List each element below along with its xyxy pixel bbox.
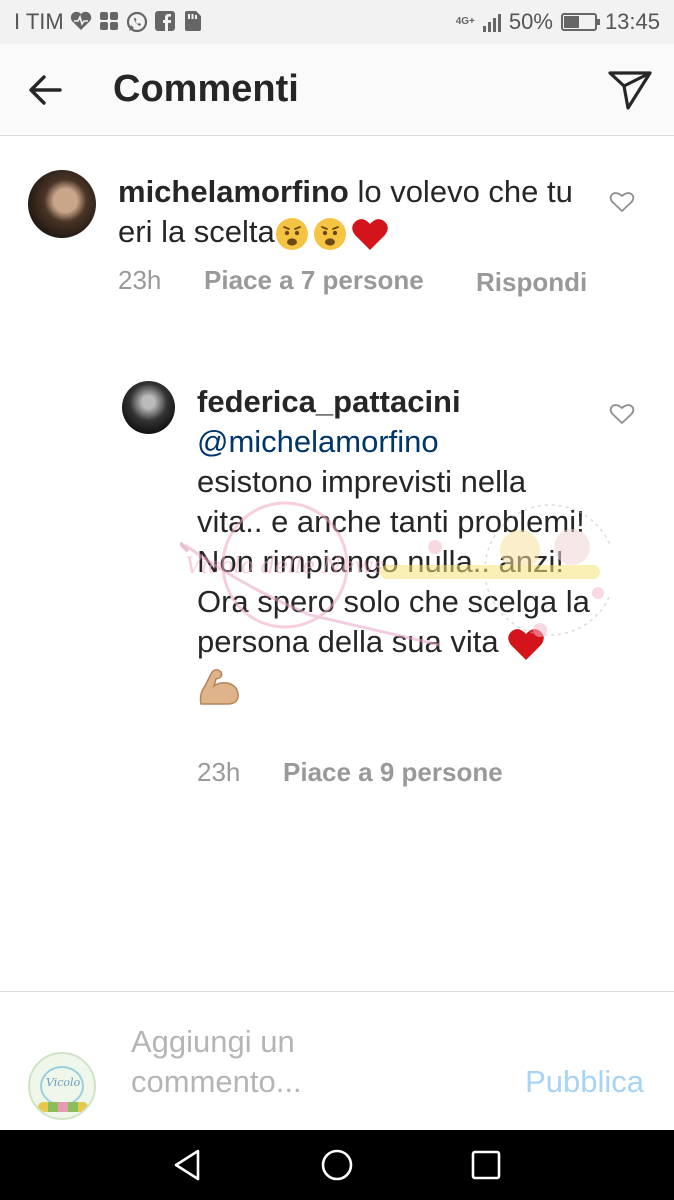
nav-back-icon[interactable] [168, 1147, 208, 1183]
clock: 13:45 [604, 9, 660, 34]
comment-time: 23h [118, 265, 162, 295]
reply-button[interactable]: Rispondi [476, 265, 587, 299]
comment-username[interactable]: federica_pattacini [197, 384, 461, 419]
heart-outline-icon[interactable] [609, 190, 635, 214]
battery-icon [560, 13, 600, 31]
current-user-avatar[interactable]: Vicolo [28, 1052, 96, 1120]
comment-composer: Vicolo Pubblica [0, 991, 674, 1130]
arrow-left-icon[interactable] [24, 68, 68, 112]
comment-time: 23h [197, 757, 241, 787]
nav-home-icon[interactable] [317, 1147, 357, 1183]
worried-face-icon [313, 214, 351, 250]
battery-percent: 50% [508, 9, 553, 34]
whatsapp-icon [126, 11, 148, 33]
status-bar: I TIM 4G+ 50% 13:45 [0, 0, 674, 44]
publish-button[interactable]: Pubblica [525, 1064, 644, 1100]
comment-username[interactable]: michelamorfino [118, 174, 349, 209]
comment-body: michelamorfino lo volevo che tu eri la s… [118, 172, 578, 252]
signal-icon [482, 12, 501, 32]
avatar[interactable] [122, 381, 175, 434]
apps-icon [98, 11, 120, 33]
mention-link[interactable]: @michelamorfino [197, 424, 439, 459]
paper-plane-icon[interactable] [606, 68, 654, 112]
system-nav-bar [0, 1130, 674, 1200]
flexed-biceps-icon [197, 666, 597, 706]
comment-likes[interactable]: Piace a 7 persone [204, 265, 424, 296]
worried-face-icon [275, 214, 313, 250]
comment-body: federica_pattacini @michelamorfino esist… [197, 382, 597, 706]
avatar-logo-text: Vicolo [46, 1076, 81, 1089]
carrier-label: I TIM [14, 9, 64, 34]
avatar-decoration [38, 1102, 88, 1112]
red-heart-icon [351, 214, 389, 250]
page-title: Commenti [113, 68, 299, 110]
heart-monitor-icon [70, 11, 92, 33]
avatar[interactable] [28, 170, 96, 238]
nav-recent-icon[interactable] [466, 1147, 506, 1183]
facebook-icon [154, 11, 176, 33]
network-type: 4G+ [455, 16, 475, 27]
heart-outline-icon[interactable] [609, 402, 635, 426]
red-heart-icon [507, 624, 545, 660]
app-header: Commenti [0, 44, 674, 136]
sim-icon [182, 11, 204, 33]
comment-input[interactable] [131, 1022, 471, 1102]
comment-likes[interactable]: Piace a 9 persone [283, 757, 503, 788]
